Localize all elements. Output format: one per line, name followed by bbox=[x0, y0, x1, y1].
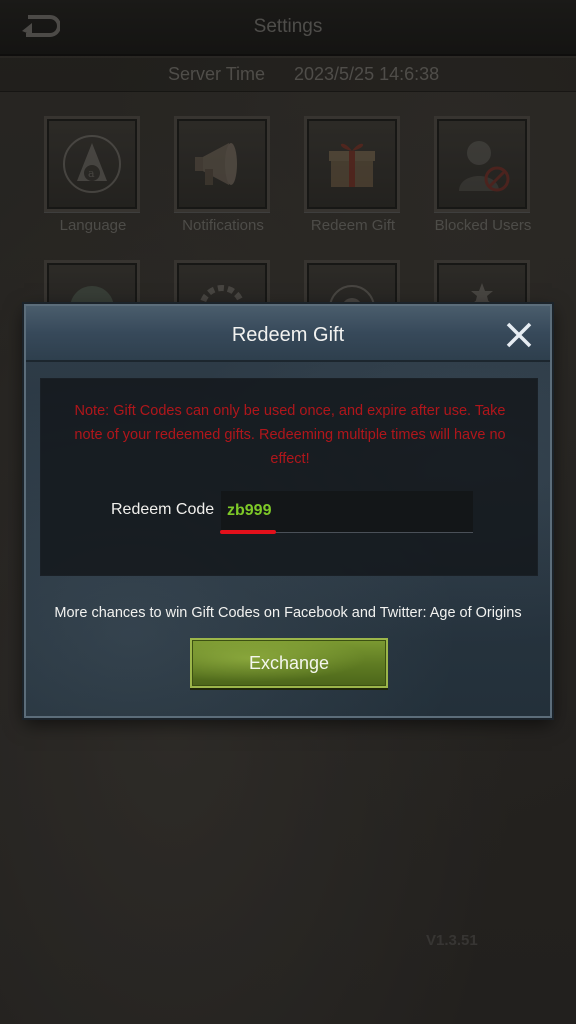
gift-code-info: More chances to win Gift Codes on Facebo… bbox=[54, 605, 522, 621]
redeem-code-value: zb999 bbox=[227, 502, 272, 519]
redeem-panel: Note: Gift Codes can only be used once, … bbox=[40, 378, 538, 576]
redeem-code-input[interactable]: zb999 bbox=[221, 491, 473, 533]
dialog-title: Redeem Gift bbox=[231, 324, 345, 346]
exchange-button-label: Exchange bbox=[248, 652, 330, 673]
exchange-button[interactable]: Exchange bbox=[190, 638, 388, 688]
close-button[interactable] bbox=[502, 318, 536, 352]
close-icon bbox=[506, 322, 532, 348]
redeem-gift-dialog: Redeem Gift Note: Gift Codes can only be… bbox=[24, 304, 552, 718]
annotation-underline bbox=[220, 530, 276, 534]
warning-note: Note: Gift Codes can only be used once, … bbox=[74, 403, 506, 467]
dialog-header: Redeem Gift bbox=[26, 306, 550, 362]
redeem-code-label: Redeem Code bbox=[111, 501, 215, 518]
